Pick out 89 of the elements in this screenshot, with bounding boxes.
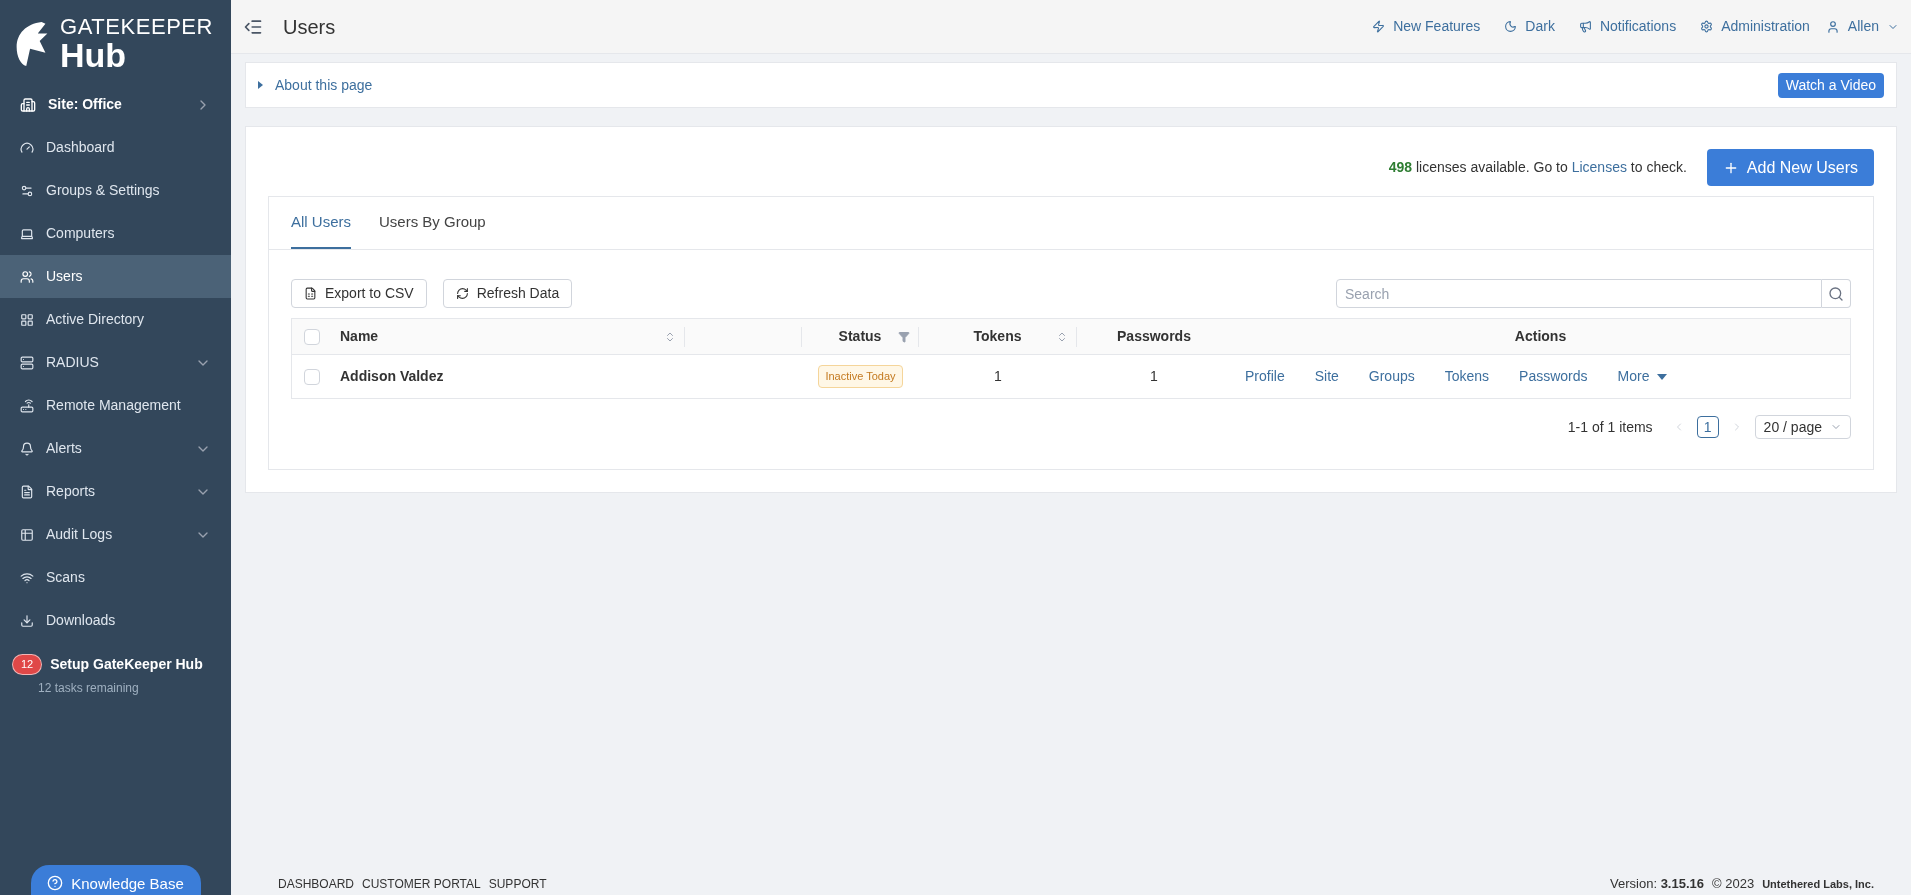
- header-link[interactable]: Dark: [1504, 16, 1555, 37]
- logo-text: GATEKEEPER: [60, 15, 214, 38]
- status-badge: Inactive Today: [818, 365, 903, 388]
- action-link[interactable]: Groups: [1368, 366, 1415, 387]
- sort-icon[interactable]: [1056, 330, 1068, 343]
- licenses-link[interactable]: Licenses: [1571, 159, 1627, 175]
- header-link[interactable]: Administration: [1700, 16, 1810, 37]
- checkbox[interactable]: [304, 328, 320, 345]
- toolbar-button[interactable]: Export to CSV: [291, 279, 427, 308]
- pagination-summary: 1-1 of 1 items: [1567, 417, 1653, 437]
- tab[interactable]: All Users: [291, 197, 351, 249]
- header-link[interactable]: New Features: [1372, 16, 1481, 37]
- footer-link[interactable]: CUSTOMER PORTAL: [362, 875, 481, 893]
- add-users-button[interactable]: Add New Users: [1706, 149, 1874, 186]
- nav-icon: [20, 269, 34, 284]
- nav-item[interactable]: Scans: [0, 556, 231, 599]
- header-link-icon: [1504, 20, 1518, 33]
- license-info-text: 498 licenses available. Go to Licenses to check.: [1388, 158, 1687, 177]
- user-menu[interactable]: Allen: [1825, 16, 1899, 37]
- building-icon: [20, 96, 36, 113]
- column-header: Passwords: [1117, 327, 1191, 346]
- nav-icon: [20, 355, 34, 370]
- search-button[interactable]: [1822, 279, 1851, 308]
- search-icon: [1828, 285, 1844, 302]
- user-icon: [1825, 19, 1840, 34]
- help-icon: [47, 875, 64, 891]
- count-badge: 12: [12, 654, 43, 675]
- toolbar-button[interactable]: Refresh Data: [442, 279, 573, 308]
- caret-down-icon: [1657, 373, 1668, 380]
- nav-item[interactable]: Remote Management: [0, 384, 231, 427]
- more-link[interactable]: More: [1617, 366, 1668, 387]
- nav-icon: [20, 613, 34, 628]
- nav-icon: [20, 398, 34, 413]
- nav-item[interactable]: Users: [0, 255, 231, 298]
- column-header: Actions: [1514, 327, 1567, 346]
- copyright-text: © 2023: [1712, 875, 1755, 894]
- nav-icon: [20, 570, 34, 585]
- nav-item[interactable]: Groups & Settings: [0, 169, 231, 212]
- nav-item[interactable]: RADIUS: [0, 341, 231, 384]
- user-name: Addison Valdez: [339, 367, 445, 386]
- site-selector[interactable]: Site: Office: [0, 83, 231, 126]
- filter-icon[interactable]: [898, 330, 910, 343]
- page-button[interactable]: 1: [1696, 416, 1719, 438]
- nav-item[interactable]: Reports: [0, 470, 231, 513]
- refresh-icon: [455, 287, 469, 300]
- action-link[interactable]: Site: [1314, 366, 1339, 387]
- watch-video-button[interactable]: Watch a Video: [1777, 72, 1884, 98]
- footer-link[interactable]: DASHBOARD: [278, 875, 354, 893]
- nav-icon: [20, 226, 34, 241]
- action-link[interactable]: Profile: [1245, 366, 1285, 387]
- page-title: Users: [283, 14, 337, 40]
- table-cell-text: 1: [993, 367, 1003, 386]
- setup-link[interactable]: Setup GateKeeper Hub: [50, 654, 203, 675]
- nav-item[interactable]: Audit Logs: [0, 513, 231, 556]
- version-text: Version: 3.15.16: [1610, 875, 1704, 894]
- logo-text: Hub: [60, 37, 128, 72]
- search-field[interactable]: Search: [1336, 279, 1822, 308]
- header-link-icon: [1700, 20, 1714, 33]
- footer-link[interactable]: SUPPORT: [488, 875, 547, 893]
- column-header: Tokens: [973, 327, 1022, 346]
- tasks-remaining-text: 12 tasks remaining: [38, 680, 140, 697]
- column-header: Status: [838, 327, 882, 346]
- column-header: Name: [340, 327, 379, 346]
- nav-icon: [20, 312, 34, 327]
- nav-item[interactable]: Downloads: [0, 599, 231, 642]
- nav-item[interactable]: Alerts: [0, 427, 231, 470]
- about-link[interactable]: About this page: [258, 74, 1778, 96]
- table-cell-text: 1: [1149, 367, 1159, 386]
- action-link[interactable]: Tokens: [1444, 366, 1490, 387]
- caret-right-icon: [258, 81, 263, 89]
- tab[interactable]: Users By Group: [379, 197, 486, 249]
- nav-item[interactable]: Computers: [0, 212, 231, 255]
- page-size-select[interactable]: 20 / page: [1754, 415, 1851, 439]
- header-link-icon: [1372, 20, 1386, 33]
- sort-icon[interactable]: [664, 330, 676, 343]
- header-link[interactable]: Notifications: [1578, 16, 1677, 37]
- nav-icon: [20, 441, 34, 456]
- nav-icon: [20, 140, 34, 155]
- header-link-icon: [1578, 20, 1592, 33]
- nav-icon: [20, 183, 34, 198]
- action-link[interactable]: Passwords: [1519, 366, 1588, 387]
- nav-item[interactable]: Dashboard: [0, 126, 231, 169]
- nav-item[interactable]: Active Directory: [0, 298, 231, 341]
- company-name: Untethered Labs, Inc.: [1762, 876, 1874, 892]
- nav-icon: [20, 484, 34, 499]
- nav-icon: [20, 527, 34, 542]
- checkbox[interactable]: [304, 368, 320, 385]
- knowledge-base-button[interactable]: Knowledge Base: [30, 865, 201, 895]
- file-icon: [304, 287, 317, 300]
